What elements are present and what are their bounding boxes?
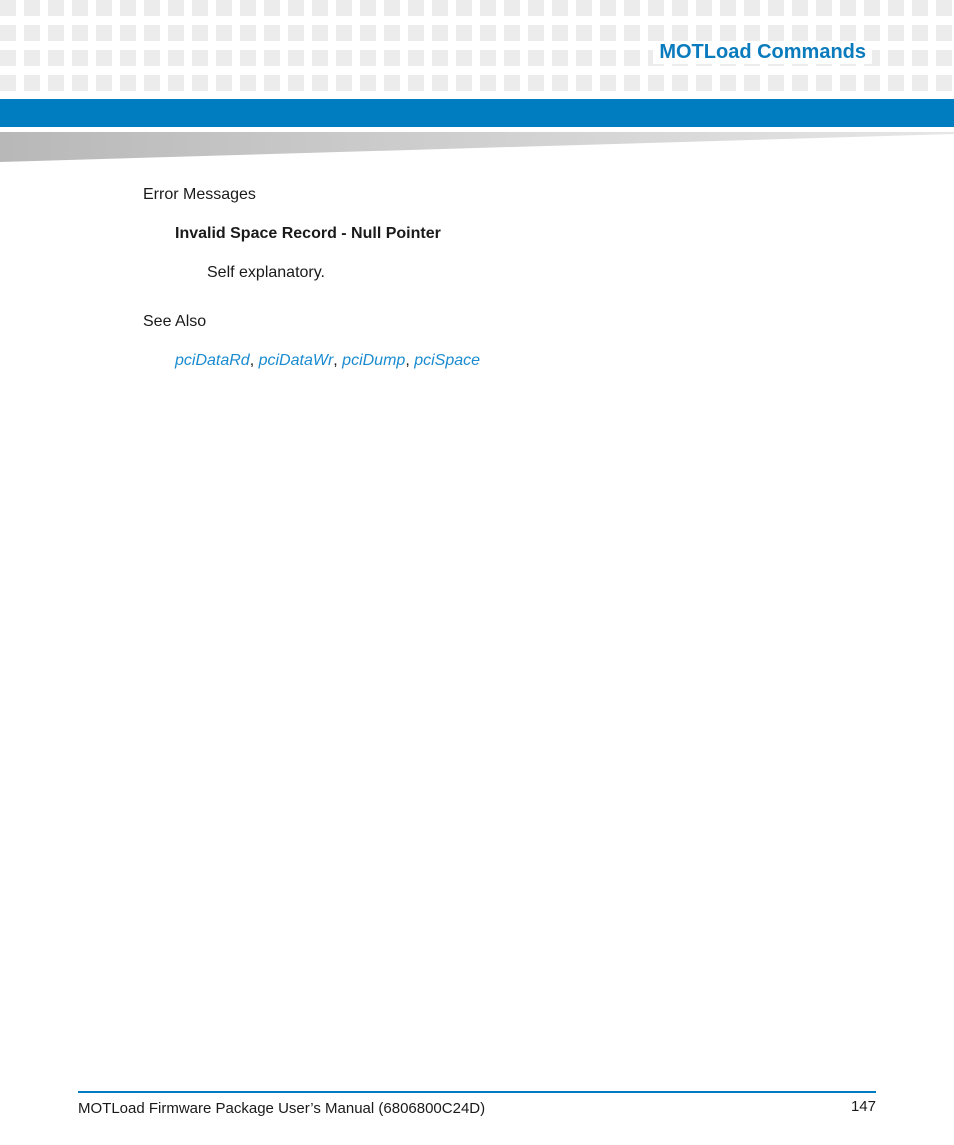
header-gray-wedge (0, 132, 954, 162)
error-description: Self explanatory. (207, 264, 325, 281)
link-separator: , (249, 352, 259, 369)
error-term: Invalid Space Record - Null Pointer (175, 225, 441, 242)
see-also-heading: See Also (143, 313, 207, 330)
link-pcidatard[interactable]: pciDataRd (175, 352, 250, 369)
link-pcidatawr[interactable]: pciDataWr (259, 352, 334, 369)
header-blue-band (0, 99, 954, 127)
page-section-title: MOTLoad Commands (653, 41, 872, 64)
footer-manual-title: MOTLoad Firmware Package User’s Manual (… (78, 1100, 486, 1117)
footer-rule (78, 1091, 876, 1093)
link-pcispace[interactable]: pciSpace (414, 352, 480, 369)
link-separator: , (333, 352, 343, 369)
footer-page-number: 147 (850, 1098, 876, 1115)
error-messages-heading: Error Messages (143, 186, 256, 203)
link-separator: , (405, 352, 415, 369)
link-pcidump[interactable]: pciDump (342, 352, 405, 369)
see-also-links: pciDataRd, pciDataWr, pciDump, pciSpace (175, 352, 480, 370)
